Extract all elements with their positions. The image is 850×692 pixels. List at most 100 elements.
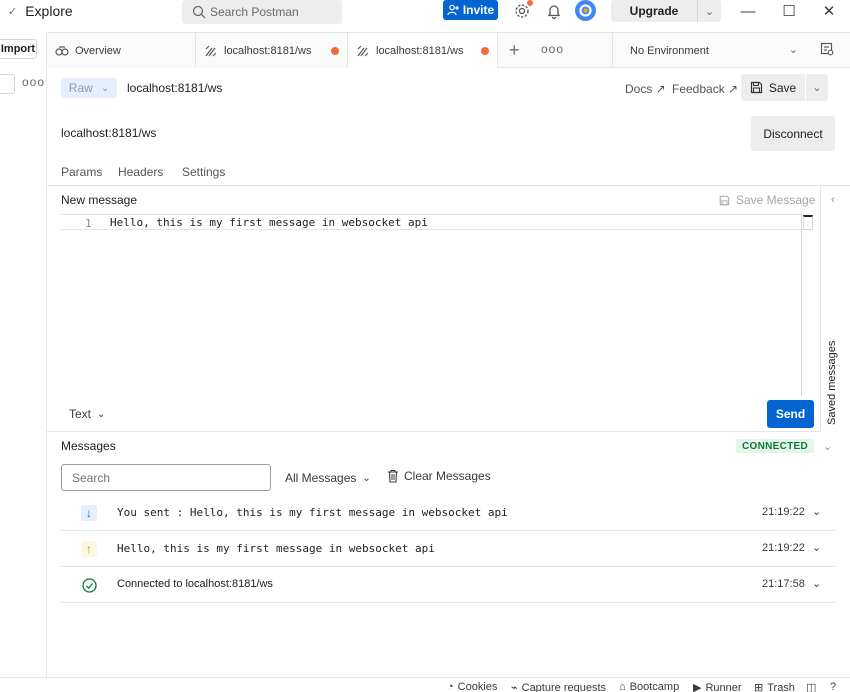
trash-button[interactable]: ⊞ Trash [754, 681, 795, 692]
new-message-title: New message [61, 193, 138, 207]
import-button[interactable]: Import [0, 39, 37, 59]
request-title[interactable]: localhost:8181/ws [127, 81, 222, 95]
bootcamp-label: Bootcamp [629, 681, 680, 692]
chevron-down-icon[interactable]: ⌄ [812, 505, 821, 518]
trash-icon [388, 469, 398, 483]
chevron-down-icon: ✓ [8, 5, 18, 18]
feedback-link[interactable]: Feedback ↗ [672, 82, 738, 96]
save-message-label: Save Message [736, 193, 816, 207]
tab-websocket-2[interactable]: localhost:8181/ws [348, 33, 498, 69]
editor-scroll-thumb[interactable] [803, 215, 813, 230]
avatar-icon [579, 4, 592, 17]
message-row[interactable]: ↓ You sent : Hello, this is my first mes… [61, 495, 835, 531]
chevron-down-icon[interactable]: ⌄ [697, 0, 721, 22]
environment-label: No Environment [630, 44, 709, 57]
trash-icon: ⊞ [754, 682, 764, 692]
chevron-down-icon: ⌄ [97, 408, 106, 420]
runner-label: Runner [705, 681, 742, 692]
message-code[interactable]: Hello, this is my first message in webso… [110, 216, 428, 229]
add-user-icon [447, 4, 459, 16]
message-filter-dropdown[interactable]: All Messages ⌄ [285, 471, 371, 485]
tab-params[interactable]: Params [61, 165, 102, 179]
bootcamp-icon: ⌂ [619, 681, 626, 692]
arrow-up-icon: ↑ [81, 541, 97, 557]
invite-button[interactable]: Invite [443, 0, 498, 20]
environment-quick-look-icon[interactable] [820, 42, 834, 59]
divider [47, 185, 850, 186]
tab-settings[interactable]: Settings [182, 165, 225, 179]
help-icon[interactable]: ? [830, 681, 836, 692]
upgrade-button[interactable]: Upgrade ⌄ [611, 0, 721, 22]
message-time: 21:19:22 [762, 542, 805, 554]
tab-overview[interactable]: Overview [47, 33, 196, 68]
chevron-down-icon: ⌄ [362, 472, 371, 484]
chevron-down-icon[interactable]: ⌄ [812, 541, 821, 554]
save-button[interactable]: Save [741, 74, 805, 101]
url-input[interactable]: localhost:8181/ws [61, 126, 156, 140]
avatar[interactable] [575, 0, 596, 21]
save-icon [750, 81, 762, 94]
layout-icon[interactable]: ◫ [806, 681, 816, 692]
tab-label: localhost:8181/ws [224, 44, 312, 57]
notification-dot [527, 0, 533, 6]
environment-selector[interactable]: No Environment ⌄ [612, 33, 812, 68]
send-button[interactable]: Send [767, 400, 814, 428]
chevron-down-icon[interactable]: ⌄ [823, 440, 832, 453]
close-icon[interactable]: ✕ [820, 2, 838, 20]
cookies-button[interactable]: ◔ Cookies [447, 681, 497, 692]
tab-websocket-1[interactable]: localhost:8181/ws [196, 33, 348, 68]
save-label: Save [768, 80, 797, 95]
tab-headers[interactable]: Headers [118, 165, 163, 179]
settings-gear-icon[interactable] [514, 0, 533, 19]
minimize-icon[interactable]: — [739, 2, 757, 20]
chevron-down-icon[interactable]: ⌄ [806, 74, 828, 101]
filter-label: All Messages [285, 471, 357, 485]
message-row[interactable]: ↑ Hello, this is my first message in web… [61, 531, 835, 567]
new-tab-icon[interactable]: + [509, 40, 520, 61]
messages-search-input[interactable] [61, 464, 271, 491]
message-mode-dropdown[interactable]: Raw ⌄ [61, 78, 117, 98]
cookies-label: Cookies [457, 681, 498, 692]
explore-nav[interactable]: ✓ Explore [8, 3, 73, 19]
message-row[interactable]: Connected to localhost:8181/ws 21:17:58 … [61, 567, 835, 603]
global-search[interactable]: Search Postman [182, 0, 342, 24]
bell-icon[interactable] [546, 3, 562, 20]
docs-link[interactable]: Docs ↗ [625, 82, 666, 96]
capture-requests-button[interactable]: ⌁ Capture requests [511, 681, 606, 692]
unsaved-dot [481, 47, 489, 55]
message-text: You sent : Hello, this is my first messa… [117, 506, 508, 519]
more-icon[interactable]: ooo [22, 75, 45, 89]
chevron-left-icon[interactable]: ‹ [831, 194, 835, 206]
tab-label: localhost:8181/ws [376, 44, 464, 57]
maximize-icon[interactable]: ☐ [780, 2, 798, 20]
sidebar-filter-input[interactable] [0, 74, 15, 94]
global-search-placeholder: Search Postman [210, 5, 299, 19]
chevron-down-icon: ⌄ [100, 82, 110, 94]
runner-button[interactable]: ▶ Runner [693, 681, 742, 692]
top-header [0, 0, 850, 22]
format-dropdown[interactable]: Text ⌄ [69, 407, 105, 421]
tab-label: Overview [75, 44, 121, 57]
websocket-icon [205, 45, 217, 56]
chevron-down-icon: ⌄ [788, 44, 798, 56]
line-number: 1 [85, 217, 92, 230]
overview-icon [55, 45, 69, 56]
more-icon[interactable]: ooo [541, 42, 564, 56]
editor-scrollbar[interactable] [801, 214, 802, 396]
message-editor[interactable] [61, 214, 802, 396]
explore-label: Explore [25, 3, 73, 19]
messages-title: Messages [61, 439, 116, 453]
left-sidebar [0, 32, 47, 692]
message-time: 21:19:22 [762, 506, 805, 518]
trash-label: Trash [767, 681, 795, 692]
capture-icon: ⌁ [511, 682, 518, 692]
disconnect-button[interactable]: Disconnect [751, 116, 835, 151]
saved-messages-label[interactable]: Saved messages [826, 341, 838, 425]
upgrade-label: Upgrade [629, 4, 679, 18]
chevron-down-icon[interactable]: ⌄ [812, 577, 821, 590]
clear-label: Clear Messages [404, 469, 491, 483]
bootcamp-button[interactable]: ⌂ Bootcamp [619, 681, 679, 692]
clear-messages-button[interactable]: Clear Messages [387, 469, 491, 483]
save-message-button[interactable]: Save Message [719, 193, 815, 207]
invite-label: Invite [462, 3, 495, 17]
